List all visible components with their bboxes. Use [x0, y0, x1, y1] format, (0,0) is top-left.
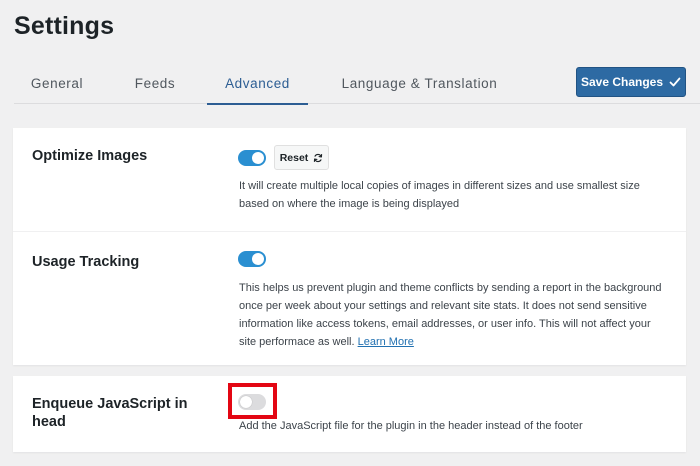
tab-feeds[interactable]: Feeds: [126, 62, 184, 104]
setting-description: It will create multiple local copies of …: [239, 180, 640, 210]
reset-label: Reset: [279, 151, 309, 164]
setting-label: Usage Tracking: [32, 254, 140, 270]
checkmark-icon: [669, 77, 681, 87]
settings-card-scripts: Enqueue JavaScript in head Add the JavaS…: [13, 376, 686, 452]
setting-label: Enqueue JavaScript in head: [32, 396, 188, 430]
toggle-knob: [240, 396, 252, 408]
tab-language-translation[interactable]: Language & Translation: [332, 62, 507, 104]
reset-button[interactable]: Reset: [274, 145, 329, 170]
tab-general[interactable]: General: [18, 62, 96, 104]
settings-page: Settings General Feeds Advanced Language…: [0, 0, 700, 466]
setting-description: Add the JavaScript file for the plugin i…: [239, 420, 583, 432]
enqueue-javascript-toggle[interactable]: [238, 394, 266, 410]
settings-card-general: Optimize Images Reset It will create mul…: [13, 128, 686, 365]
learn-more-link[interactable]: Learn More: [358, 336, 414, 348]
optimize-images-toggle[interactable]: [238, 150, 266, 166]
save-changes-label: Save Changes: [580, 75, 664, 89]
toggle-knob: [252, 152, 264, 164]
page-title: Settings: [14, 12, 115, 40]
save-changes-button[interactable]: Save Changes: [576, 67, 686, 97]
refresh-icon: [314, 153, 323, 162]
setting-label: Optimize Images: [32, 148, 148, 164]
setting-row-optimize-images: Optimize Images Reset It will create mul…: [13, 128, 686, 232]
setting-row-enqueue-javascript: Enqueue JavaScript in head Add the JavaS…: [13, 376, 686, 452]
usage-tracking-toggle[interactable]: [238, 251, 266, 267]
toggle-knob: [252, 253, 264, 265]
tab-advanced[interactable]: Advanced: [207, 62, 308, 105]
usage-tracking-text: This helps us prevent plugin and theme c…: [239, 282, 662, 348]
setting-description: This helps us prevent plugin and theme c…: [239, 279, 664, 351]
setting-row-usage-tracking: Usage Tracking This helps us prevent plu…: [13, 233, 686, 365]
